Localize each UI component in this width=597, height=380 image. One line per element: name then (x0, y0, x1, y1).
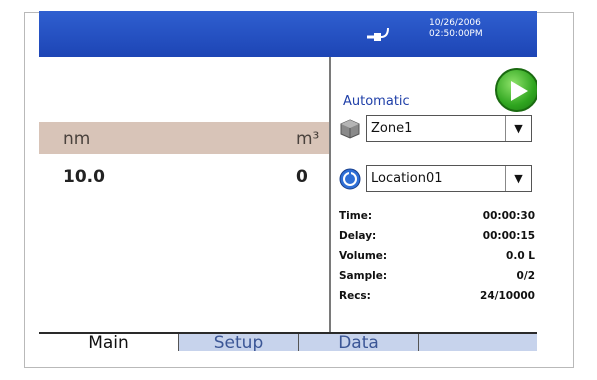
control-panel: Automatic Zone1 ▼ Location01 ▼ Time: 00:… (331, 57, 537, 332)
tab-bar-filler (419, 334, 537, 351)
column-header-count: m³ (296, 129, 320, 149)
stat-label: Delay: (339, 230, 377, 242)
stat-label: Time: (339, 210, 373, 222)
tab-setup[interactable]: Setup (179, 334, 299, 351)
stat-value: 00:00:15 (482, 230, 535, 242)
data-table: nm m³ 10.0 0 (39, 57, 329, 332)
stat-label: Recs: (339, 290, 371, 302)
stat-delay: Delay: 00:00:15 (339, 227, 535, 247)
stat-sample: Sample: 0/2 (339, 267, 535, 287)
start-button[interactable] (495, 68, 537, 112)
cube-icon (340, 119, 360, 139)
stat-value: 00:00:30 (482, 210, 535, 222)
stat-value: 0.0 L (506, 250, 535, 262)
zone-select-value: Zone1 (371, 121, 413, 136)
column-header-size: nm (63, 129, 91, 149)
status-bar: 10/26/2006 02:50:00PM (39, 11, 537, 57)
cell-count-value: 0 (296, 167, 308, 187)
status-time-text: 02:50:00PM (429, 29, 483, 39)
zone-select[interactable]: Zone1 ▼ (366, 115, 532, 142)
location-icon (339, 168, 361, 190)
tab-data[interactable]: Data (299, 334, 419, 351)
stat-value: 0/2 (516, 270, 535, 282)
location-select-value: Location01 (371, 171, 443, 186)
mode-label: Automatic (343, 94, 410, 109)
stat-records: Recs: 24/10000 (339, 287, 535, 307)
stat-time: Time: 00:00:30 (339, 207, 535, 227)
chevron-down-icon[interactable]: ▼ (505, 116, 531, 141)
stat-label: Volume: (339, 250, 388, 262)
stat-volume: Volume: 0.0 L (339, 247, 535, 267)
chevron-down-icon[interactable]: ▼ (505, 166, 531, 191)
plug-icon (367, 27, 389, 41)
tab-main[interactable]: Main (39, 334, 179, 351)
device-screen: 10/26/2006 02:50:00PM nm m³ 10.0 0 Autom… (39, 11, 537, 351)
status-date-text: 10/26/2006 (429, 18, 481, 28)
status-datetime: 10/26/2006 02:50:00PM (429, 18, 537, 40)
stat-label: Sample: (339, 270, 388, 282)
location-select[interactable]: Location01 ▼ (366, 165, 532, 192)
cell-size-value: 10.0 (63, 167, 105, 187)
play-icon (511, 81, 528, 101)
sample-stats: Time: 00:00:30 Delay: 00:00:15 Volume: 0… (339, 207, 535, 307)
tab-bar: Main Setup Data (39, 332, 537, 351)
stat-value: 24/10000 (480, 290, 535, 302)
